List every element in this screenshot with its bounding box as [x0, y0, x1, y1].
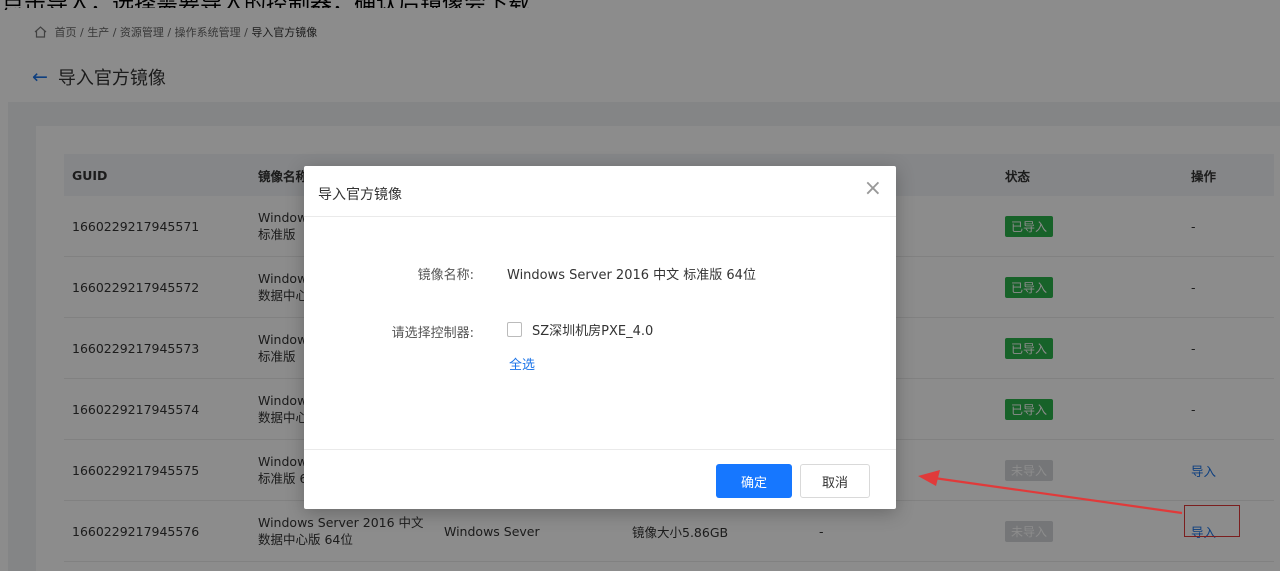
select-all-link[interactable]: 全选: [509, 354, 535, 373]
confirm-button[interactable]: 确定: [716, 464, 792, 498]
controller-label: 请选择控制器:: [391, 326, 474, 341]
dialog-footer: 确定 取消: [304, 449, 896, 510]
controller-option[interactable]: SZ深圳机房PXE_4.0: [507, 320, 653, 339]
controller-option-label: SZ深圳机房PXE_4.0: [532, 324, 654, 339]
import-dialog: 导入官方镜像 × 镜像名称: Windows Server 2016 中文 标准…: [304, 166, 896, 509]
image-name-label: 镜像名称:: [417, 268, 474, 283]
dialog-header: 导入官方镜像 ×: [304, 166, 896, 217]
close-icon[interactable]: ×: [864, 178, 882, 200]
cancel-button[interactable]: 取消: [800, 464, 870, 498]
dialog-title: 导入官方镜像: [318, 187, 402, 203]
controller-checkbox[interactable]: [507, 322, 522, 337]
image-name-value: Windows Server 2016 中文 标准版 64位: [507, 268, 756, 283]
